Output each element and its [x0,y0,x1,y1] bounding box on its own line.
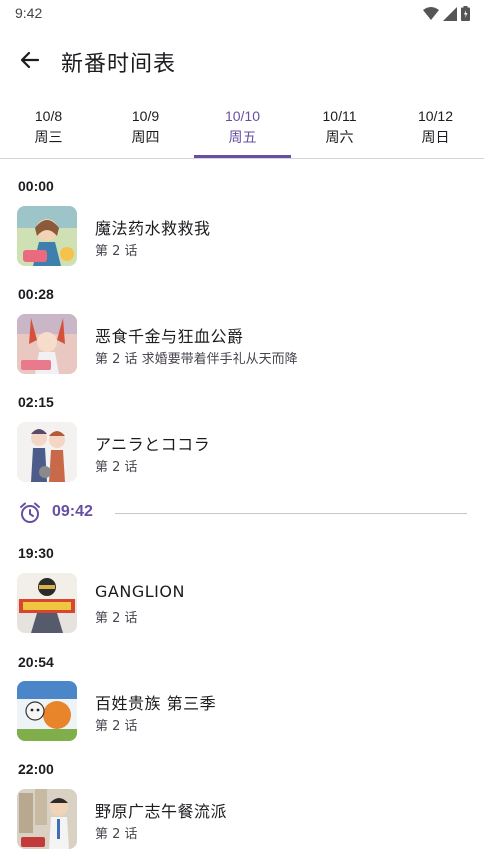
anime-title: 野原广志午餐流派 [95,802,228,821]
anime-title: アニラとココラ [95,435,211,454]
anime-title: 百姓贵族 第三季 [95,694,217,713]
cover-thumbnail [17,206,77,266]
tab-date: 10/9 [131,108,160,124]
time-heading: 19:30 [18,545,54,561]
cover-thumbnail [17,681,77,741]
tab-weekday: 周日 [421,130,450,146]
cover-thumbnail [17,573,77,633]
cover-thumbnail [17,314,77,374]
anime-item[interactable]: 恶食千金与狂血公爵 第 2 话 求婚要带着伴手礼从天而降 [17,314,477,376]
time-heading: 02:15 [18,394,54,410]
current-time-line [115,513,467,514]
tab-date: 10/12 [417,108,454,124]
anime-title: 魔法药水救救我 [95,219,211,238]
current-time: 09:42 [52,503,93,520]
status-bar: 9:42 [0,0,484,28]
arrow-left-icon [20,51,40,69]
back-button[interactable] [12,42,48,78]
cover-thumbnail [17,789,77,849]
anime-item[interactable]: アニラとココラ 第 2 话 [17,422,477,484]
tab-weekday: 周五 [228,130,257,146]
tab-day-3[interactable]: 10/10 周五 [194,100,291,158]
page-title: 新番时间表 [61,52,177,77]
signal-icon [443,6,457,21]
tab-date: 10/8 [34,108,63,124]
time-heading: 20:54 [18,654,54,670]
anime-title: GANGLION [95,582,185,601]
tab-weekday: 周六 [325,130,354,146]
day-tabs: 10/8 周三 10/9 周四 10/10 周五 10/11 周六 10/12 … [0,100,484,159]
tab-weekday: 周四 [131,130,160,146]
anime-item[interactable]: GANGLION 第 2 话 [17,573,477,635]
time-heading: 00:00 [18,178,54,194]
tab-indicator [194,155,291,158]
tab-day-5[interactable]: 10/12 周日 [387,100,484,158]
wifi-icon [423,6,439,20]
cover-thumbnail [17,422,77,482]
episode-label: 第 2 话 求婚要带着伴手礼从天而降 [95,352,298,367]
anime-item[interactable]: 魔法药水救救我 第 2 话 [17,206,477,268]
tab-day-1[interactable]: 10/8 周三 [0,100,97,158]
app-bar: 新番时间表 [0,28,484,92]
status-icons [423,6,470,21]
tab-day-4[interactable]: 10/11 周六 [291,100,388,158]
tab-date: 10/10 [224,108,261,124]
episode-label: 第 2 话 [95,719,138,734]
current-time-marker: 09:42 [18,500,468,526]
alarm-clock-icon [20,502,40,523]
episode-label: 第 2 话 [95,244,138,259]
episode-label: 第 2 话 [95,827,138,842]
anime-item[interactable]: 百姓贵族 第三季 第 2 话 [17,681,477,743]
time-heading: 22:00 [18,761,54,777]
time-heading: 00:28 [18,286,54,302]
tab-date: 10/11 [322,108,357,124]
anime-title: 恶食千金与狂血公爵 [95,327,244,346]
battery-icon [461,6,470,21]
episode-label: 第 2 话 [95,611,138,626]
status-time: 9:42 [15,5,43,21]
anime-item[interactable]: 野原广志午餐流派 第 2 话 [17,789,477,851]
tab-weekday: 周三 [34,130,63,146]
episode-label: 第 2 话 [95,460,138,475]
tab-day-2[interactable]: 10/9 周四 [97,100,194,158]
